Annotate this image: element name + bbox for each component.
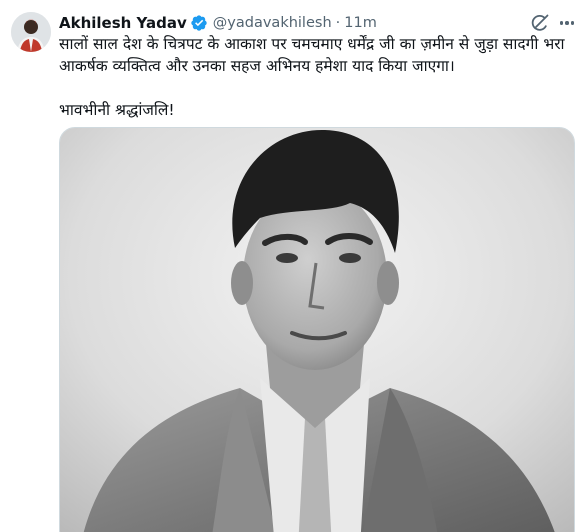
more-icon[interactable] <box>557 13 577 33</box>
verified-badge-icon <box>190 14 208 32</box>
tweet-media-photo[interactable] <box>59 127 575 532</box>
grok-icon[interactable] <box>530 13 550 33</box>
tweet-text-line: सालों साल देश के चित्रपट के आकाश पर चमचम… <box>59 35 565 53</box>
portrait-photo <box>60 128 574 532</box>
tweet-text-line: आकर्षक व्यक्तित्व और उनका सहज अभिनय हमेश… <box>59 57 455 75</box>
tweet[interactable]: Akhilesh Yadav @yadavakhilesh · 11m सालो… <box>0 0 581 532</box>
timestamp[interactable]: 11m <box>344 15 377 31</box>
avatar[interactable] <box>11 12 51 52</box>
tweet-text-line: भावभीनी श्रद्धांजलि! <box>59 101 175 119</box>
avatar-image <box>11 12 51 52</box>
tweet-text: सालों साल देश के चित्रपट के आकाश पर चमचम… <box>59 33 574 121</box>
author-handle[interactable]: @yadavakhilesh <box>213 15 332 31</box>
separator-dot: · <box>335 15 341 31</box>
author-name[interactable]: Akhilesh Yadav <box>59 14 187 32</box>
tweet-header: Akhilesh Yadav @yadavakhilesh · 11m <box>59 13 377 33</box>
